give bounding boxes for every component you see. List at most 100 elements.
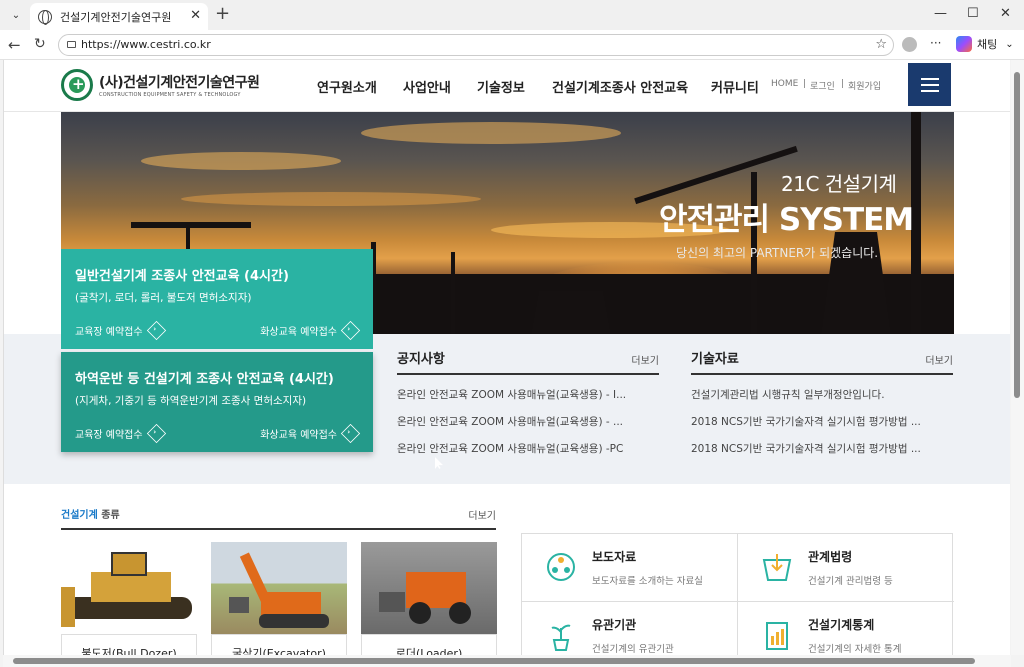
quick-link-title: 건설기계통계 bbox=[808, 618, 875, 632]
util-divider: | bbox=[841, 79, 845, 89]
tab-bar: ⌄ 건설기계안전기술연구원 ✕ + — ☐ ✕ bbox=[0, 0, 1024, 30]
address-bar[interactable]: https://www.cestri.co.kr ☆ bbox=[58, 34, 894, 56]
notice-more-link[interactable]: 더보기 bbox=[631, 352, 659, 367]
nav-safety-education[interactable]: 건설기계조종사 안전교육 bbox=[552, 77, 688, 96]
bulldozer-label[interactable]: 불도저(Bull Dozer) bbox=[61, 634, 197, 655]
browser-tab[interactable]: 건설기계안전기술연구원 ✕ bbox=[30, 3, 208, 30]
tech-item[interactable]: 2018 NCS기반 국가기술자격 실기시험 평가방법 ... bbox=[691, 414, 953, 429]
nav-business[interactable]: 사업안내 bbox=[403, 77, 451, 96]
tech-item[interactable]: 건설기계관리법 시행규칙 일부개정안입니다. bbox=[691, 387, 953, 402]
quick-links-grid: 보도자료 보도자료를 소개하는 자료실 관계법령 건설기계 관리법령 등 유관기… bbox=[521, 533, 954, 655]
refresh-button[interactable]: ↻ bbox=[34, 36, 46, 52]
video-reservation-link[interactable]: 화상교육 예약접수 › bbox=[260, 423, 361, 444]
site-logo-icon[interactable] bbox=[61, 69, 93, 101]
notice-item[interactable]: 온라인 안전교육 ZOOM 사용매뉴얼(교육생용) - ... bbox=[397, 414, 659, 429]
excavator-label[interactable]: 굴삭기(Excavator) bbox=[211, 634, 347, 655]
favorite-star-icon[interactable]: ☆ bbox=[875, 35, 887, 55]
course-card-handling[interactable]: 하역운반 등 건설기계 조종사 안전교육 (4시간) (지게차, 기중기 등 하… bbox=[61, 352, 373, 452]
notice-item[interactable]: 온라인 안전교육 ZOOM 사용매뉴얼(교육생용) - I... bbox=[397, 387, 659, 402]
minimize-button[interactable]: — bbox=[934, 6, 947, 21]
hero-line-1: 21C 건설기계 bbox=[781, 172, 897, 196]
close-tab-icon[interactable]: ✕ bbox=[190, 8, 201, 23]
nav-about[interactable]: 연구원소개 bbox=[317, 77, 377, 96]
download-box-icon bbox=[762, 554, 792, 581]
onsite-reservation-link[interactable]: 교육장 예약접수 › bbox=[75, 320, 166, 341]
bucket-shape bbox=[379, 592, 405, 612]
wheel-shape bbox=[409, 602, 431, 624]
tab-actions-menu[interactable]: ⌄ bbox=[5, 5, 27, 25]
bucket-shape bbox=[229, 597, 249, 613]
util-login[interactable]: 로그인 bbox=[810, 79, 835, 92]
util-signup[interactable]: 회원가입 bbox=[848, 79, 881, 92]
course-title: 하역운반 등 건설기계 조종사 안전교육 (4시간) bbox=[75, 372, 334, 387]
tab-title: 건설기계안전기술연구원 bbox=[60, 10, 172, 24]
tech-item[interactable]: 2018 NCS기반 국가기술자격 실기시험 평가방법 ... bbox=[691, 441, 953, 456]
hamburger-menu-button[interactable] bbox=[908, 63, 951, 106]
menu-bar bbox=[920, 83, 939, 86]
url-text: https://www.cestri.co.kr bbox=[81, 38, 211, 51]
maximize-button[interactable]: ☐ bbox=[967, 6, 979, 21]
horizontal-scrollbar[interactable] bbox=[3, 655, 1011, 667]
quick-link-title: 보도자료 bbox=[592, 550, 637, 564]
plant-icon bbox=[551, 624, 571, 651]
nav-tech-info[interactable]: 기술정보 bbox=[477, 77, 525, 96]
quick-link-press[interactable]: 보도자료 보도자료를 소개하는 자료실 bbox=[522, 534, 738, 602]
cab-shape bbox=[111, 552, 147, 576]
crane-shape bbox=[451, 252, 455, 334]
film-reel-icon bbox=[547, 553, 575, 581]
profile-avatar[interactable] bbox=[902, 37, 917, 52]
types-more-link[interactable]: 더보기 bbox=[468, 507, 496, 522]
quick-link-desc: 건설기계의 유관기관 bbox=[592, 644, 674, 655]
quick-link-statistics[interactable]: 건설기계통계 건설기계의 자세한 통계 bbox=[738, 602, 954, 655]
site-logo-name[interactable]: (사)건설기계안전기술연구원 bbox=[99, 72, 260, 92]
tech-list: 건설기계관리법 시행규칙 일부개정안입니다. 2018 NCS기반 국가기술자격… bbox=[691, 387, 953, 456]
vertical-scrollbar[interactable] bbox=[1011, 60, 1024, 655]
section-title-rest: 종류 bbox=[97, 510, 120, 521]
hero-line-2: 안전관리 SYSTEM bbox=[659, 202, 914, 238]
back-button[interactable]: ← bbox=[8, 36, 21, 54]
board-title: 공지사항 bbox=[397, 352, 445, 367]
new-tab-button[interactable]: + bbox=[215, 5, 230, 23]
loader-image[interactable] bbox=[361, 542, 497, 634]
quick-link-laws[interactable]: 관계법령 건설기계 관리법령 등 bbox=[738, 534, 954, 602]
quick-link-desc: 보도자료를 소개하는 자료실 bbox=[592, 576, 703, 587]
section-title-highlight: 건설기계 bbox=[61, 510, 98, 521]
quick-link-agencies[interactable]: 유관기관 건설기계의 유관기관 bbox=[522, 602, 738, 655]
vertical-scroll-thumb[interactable] bbox=[1014, 72, 1020, 398]
site-header: (사)건설기계안전기술연구원 CONSTRUCTION EQUIPMENT SA… bbox=[4, 60, 1010, 112]
course-card-general[interactable]: 일반건설기계 조종사 안전교육 (4시간) (굴착기, 로더, 롤러, 불도저 … bbox=[61, 249, 373, 349]
bulldozer-image[interactable] bbox=[61, 542, 197, 634]
loader-label[interactable]: 로더(Loader) bbox=[361, 634, 497, 655]
notice-list: 온라인 안전교육 ZOOM 사용매뉴얼(교육생용) - I... 온라인 안전교… bbox=[397, 387, 659, 456]
course-desc: (굴착기, 로더, 롤러, 불도저 면허소지자) bbox=[75, 292, 252, 304]
chevron-right-icon: › bbox=[146, 320, 166, 341]
board-header: 기술자료 더보기 bbox=[691, 348, 953, 375]
link-label: 화상교육 예약접수 bbox=[260, 327, 337, 338]
course-links: 교육장 예약접수 › 화상교육 예약접수 › bbox=[75, 320, 361, 341]
notice-item[interactable]: 온라인 안전교육 ZOOM 사용매뉴얼(교육생용) -PC bbox=[397, 441, 659, 456]
nav-community[interactable]: 커뮤니티 bbox=[711, 77, 759, 96]
chevron-right-icon: › bbox=[340, 423, 361, 444]
chevron-right-icon: › bbox=[146, 423, 166, 444]
tech-more-link[interactable]: 더보기 bbox=[925, 352, 953, 367]
util-home[interactable]: HOME bbox=[771, 79, 798, 89]
track-shape bbox=[259, 614, 329, 628]
video-reservation-link[interactable]: 화상교육 예약접수 › bbox=[260, 320, 361, 341]
onsite-reservation-link[interactable]: 교육장 예약접수 › bbox=[75, 423, 166, 444]
equipment-types-header: 건설기계 종류 더보기 bbox=[61, 506, 496, 530]
crane-shape bbox=[131, 222, 251, 228]
course-links: 교육장 예약접수 › 화상교육 예약접수 › bbox=[75, 423, 361, 444]
course-title: 일반건설기계 조종사 안전교육 (4시간) bbox=[75, 269, 289, 284]
quick-link-desc: 건설기계의 자세한 통계 bbox=[808, 644, 902, 655]
more-menu-icon[interactable]: ··· bbox=[930, 36, 941, 50]
close-window-button[interactable]: ✕ bbox=[1000, 6, 1011, 21]
copilot-chat-button[interactable]: 채팅 ⌄ bbox=[956, 36, 1014, 52]
browser-window: ⌄ 건설기계안전기술연구원 ✕ + — ☐ ✕ ← ↻ https://www.… bbox=[0, 0, 1024, 667]
horizontal-scroll-thumb[interactable] bbox=[13, 658, 975, 664]
link-label: 교육장 예약접수 bbox=[75, 327, 143, 338]
section-title: 건설기계 종류 bbox=[61, 506, 120, 522]
quick-link-title: 관계법령 bbox=[808, 550, 853, 564]
wheel-shape bbox=[449, 602, 471, 624]
address-toolbar: ← ↻ https://www.cestri.co.kr ☆ bbox=[0, 30, 1024, 60]
excavator-image[interactable] bbox=[211, 542, 347, 634]
